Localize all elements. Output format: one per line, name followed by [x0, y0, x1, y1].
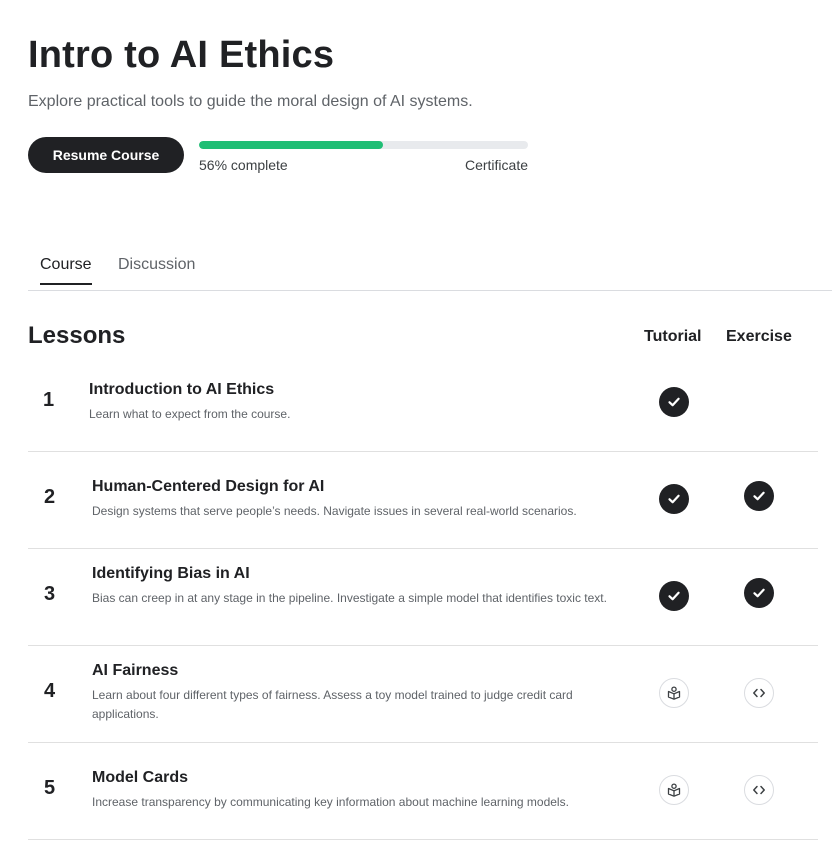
exercise-status[interactable]: [744, 775, 774, 805]
lesson-description: Bias can creep in at any stage in the pi…: [92, 591, 607, 605]
lesson-title[interactable]: AI Fairness: [92, 662, 178, 680]
completed-check-icon: [668, 591, 680, 601]
course-page: Intro to AI Ethics Explore practical too…: [0, 0, 832, 847]
lesson-number: 1: [43, 389, 55, 411]
lesson-description: Design systems that serve people’s needs…: [92, 504, 577, 518]
completed-check-icon: [753, 588, 765, 598]
lesson-number: 4: [44, 680, 56, 702]
progress-bar-fill: [199, 141, 384, 149]
lesson-number: 5: [44, 777, 56, 799]
tab-bar: Course Discussion: [28, 250, 832, 291]
lesson-row: 2 Human-Centered Design for AI Design sy…: [28, 451, 818, 549]
course-title: Intro to AI Ethics: [28, 34, 335, 76]
tutorial-status[interactable]: [659, 775, 689, 805]
exercise-column-header: Exercise: [726, 328, 792, 345]
lesson-title[interactable]: Identifying Bias in AI: [92, 565, 250, 583]
tutorial-column-header: Tutorial: [644, 328, 702, 345]
code-icon: [753, 688, 765, 698]
completed-check-icon: [753, 491, 765, 501]
tab-discussion[interactable]: Discussion: [118, 256, 195, 284]
tutorial-status[interactable]: [659, 581, 689, 611]
completed-check-icon: [668, 494, 680, 504]
tutorial-status[interactable]: [659, 484, 689, 514]
book-icon: [667, 783, 681, 797]
lessons-heading: Lessons: [28, 322, 126, 349]
code-icon: [753, 785, 765, 795]
course-subtitle: Explore practical tools to guide the mor…: [28, 93, 473, 110]
progress-text: 56% complete: [199, 157, 288, 173]
progress-bar: [199, 141, 528, 149]
lesson-number: 3: [44, 583, 56, 605]
lesson-row: 4 AI Fairness Learn about four different…: [28, 645, 818, 743]
exercise-status[interactable]: [744, 481, 774, 511]
tutorial-status[interactable]: [659, 678, 689, 708]
book-icon: [667, 686, 681, 700]
lesson-title[interactable]: Human-Centered Design for AI: [92, 478, 324, 496]
lesson-title[interactable]: Introduction to AI Ethics: [89, 381, 274, 399]
lesson-row: 5 Model Cards Increase transparency by c…: [28, 742, 818, 840]
tab-course[interactable]: Course: [40, 256, 92, 285]
lesson-description: Increase transparency by communicating k…: [92, 795, 569, 809]
tutorial-status[interactable]: [659, 387, 689, 417]
completed-check-icon: [668, 397, 680, 407]
lesson-number: 2: [44, 486, 56, 508]
lesson-row: 3 Identifying Bias in AI Bias can creep …: [28, 548, 818, 646]
exercise-status[interactable]: [744, 578, 774, 608]
resume-course-button[interactable]: Resume Course: [28, 137, 184, 173]
lesson-title[interactable]: Model Cards: [92, 769, 188, 787]
lesson-row: 1 Introduction to AI Ethics Learn what t…: [28, 354, 818, 452]
exercise-status[interactable]: [744, 678, 774, 708]
certificate-label: Certificate: [464, 157, 528, 173]
lesson-description: Learn about four different types of fair…: [92, 688, 573, 721]
lesson-description: Learn what to expect from the course.: [89, 407, 291, 421]
